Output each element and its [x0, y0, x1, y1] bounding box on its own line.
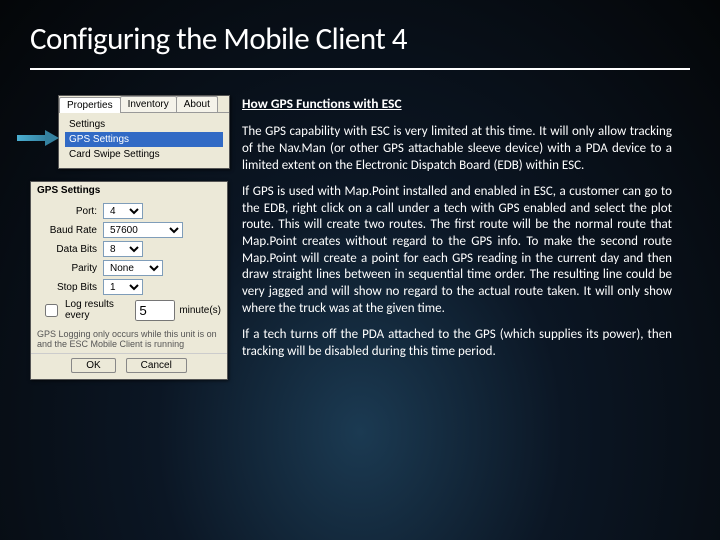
log-value-input[interactable]	[135, 300, 175, 321]
left-column: Properties Inventory About Settings GPS …	[30, 95, 228, 392]
right-column: How GPS Functions with ESC The GPS capab…	[242, 95, 672, 392]
list-item-gps-settings[interactable]: GPS Settings	[65, 132, 223, 147]
section-heading: How GPS Functions with ESC	[242, 95, 672, 112]
content-row: Properties Inventory About Settings GPS …	[30, 95, 690, 392]
ok-button[interactable]: OK	[71, 358, 115, 373]
properties-list: Settings GPS Settings Card Swipe Setting…	[59, 113, 229, 168]
stopbits-label: Stop Bits	[37, 282, 103, 293]
log-label: Log results every	[65, 299, 131, 321]
log-unit: minute(s)	[179, 305, 221, 316]
paragraph-3: If a tech turns off the PDA attached to …	[242, 327, 672, 360]
row-port: Port: 4	[37, 203, 221, 219]
databits-label: Data Bits	[37, 244, 103, 255]
row-baud: Baud Rate 57600	[37, 222, 221, 238]
gps-note: GPS Logging only occurs while this unit …	[31, 329, 227, 353]
tab-about[interactable]: About	[176, 96, 218, 112]
tab-properties[interactable]: Properties	[59, 97, 121, 113]
list-item-card-swipe[interactable]: Card Swipe Settings	[65, 147, 223, 162]
parity-label: Parity	[37, 263, 103, 274]
paragraph-2: If GPS is used with Map.Point installed …	[242, 184, 672, 317]
gps-settings-panel: GPS Settings Port: 4 Baud Rate 57600 Dat…	[30, 181, 228, 380]
databits-select[interactable]: 8	[103, 241, 143, 257]
row-parity: Parity None	[37, 260, 221, 276]
title-underline	[30, 68, 690, 70]
parity-select[interactable]: None	[103, 260, 163, 276]
gps-settings-title: GPS Settings	[31, 182, 227, 196]
paragraph-1: The GPS capability with ESC is very limi…	[242, 124, 672, 174]
properties-panel: Properties Inventory About Settings GPS …	[58, 95, 230, 169]
log-checkbox[interactable]	[45, 304, 58, 317]
row-log: Log results every minute(s)	[41, 299, 221, 321]
gps-settings-body: Port: 4 Baud Rate 57600 Data Bits 8 Pari…	[31, 196, 227, 329]
cancel-button[interactable]: Cancel	[126, 358, 187, 373]
baud-label: Baud Rate	[37, 225, 103, 236]
tab-strip: Properties Inventory About	[59, 96, 229, 113]
port-label: Port:	[37, 206, 103, 217]
slide: Configuring the Mobile Client 4 Properti…	[0, 0, 720, 540]
arrow-icon	[17, 130, 61, 146]
list-item-settings[interactable]: Settings	[65, 117, 223, 132]
baud-select[interactable]: 57600	[103, 222, 183, 238]
tab-inventory[interactable]: Inventory	[120, 96, 177, 112]
button-row: OK Cancel	[31, 353, 227, 379]
row-databits: Data Bits 8	[37, 241, 221, 257]
page-title: Configuring the Mobile Client 4	[30, 20, 690, 58]
port-select[interactable]: 4	[103, 203, 143, 219]
stopbits-select[interactable]: 1	[103, 279, 143, 295]
row-stopbits: Stop Bits 1	[37, 279, 221, 295]
